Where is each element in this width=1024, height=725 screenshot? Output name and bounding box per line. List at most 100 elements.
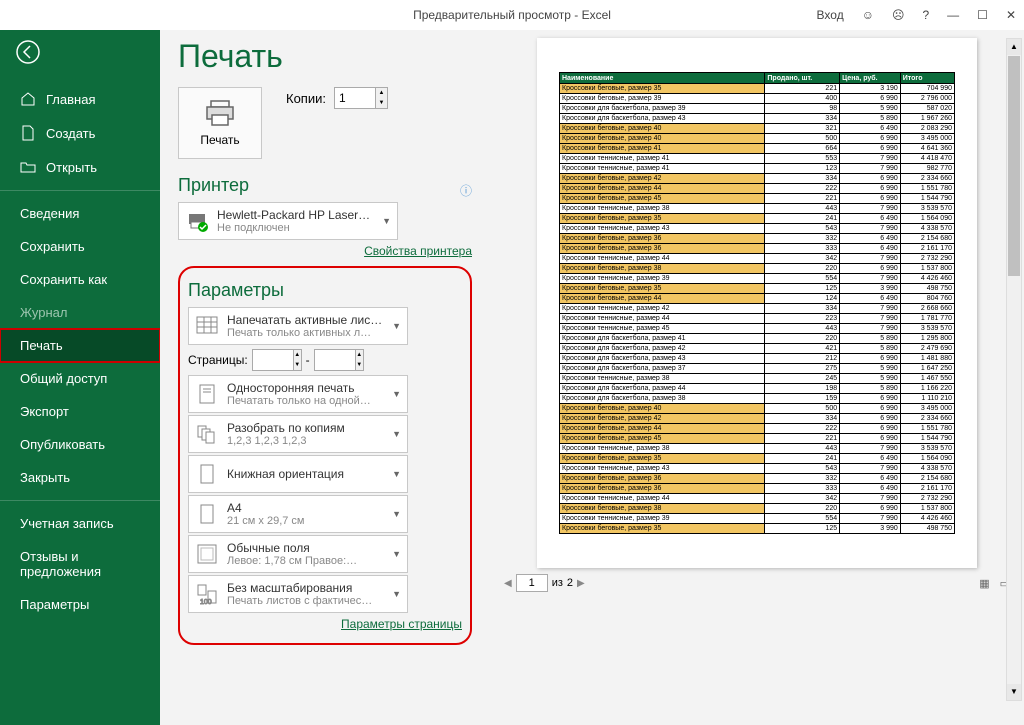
table-row: Кроссовки беговые, размер 363326 4902 15… (560, 234, 955, 244)
nav-new[interactable]: Создать (0, 116, 160, 150)
copies-label: Копии: (286, 91, 326, 106)
signin-link[interactable]: Вход (817, 8, 844, 22)
nav-home[interactable]: Главная (0, 82, 160, 116)
nav-close[interactable]: Закрыть (0, 461, 160, 494)
nav-print[interactable]: Печать (0, 329, 160, 362)
pages-from-spinner[interactable]: ▲▼ (252, 349, 302, 371)
printer-dropdown[interactable]: Hewlett-Packard HP LaserJe… Не подключен… (178, 202, 398, 240)
printer-heading: Принтер (178, 175, 472, 196)
maximize-button[interactable]: ☐ (977, 8, 988, 22)
orientation-dropdown[interactable]: Книжная ориентация ▼ (188, 455, 408, 493)
show-margins-button[interactable]: ▦ (979, 577, 989, 590)
table-row: Кроссовки для баскетбола, размер 39985 9… (560, 104, 955, 114)
print-button[interactable]: Печать (178, 87, 262, 159)
copies-spinner[interactable]: ▲▼ (334, 87, 388, 109)
scroll-thumb[interactable] (1008, 56, 1020, 276)
nav-publish[interactable]: Опубликовать (0, 428, 160, 461)
table-row: Кроссовки для баскетбола, размер 372755 … (560, 364, 955, 374)
vertical-scrollbar[interactable]: ▲ ▼ (1006, 38, 1022, 701)
scroll-up-icon[interactable]: ▲ (1007, 39, 1021, 55)
table-row: Кроссовки теннисные, размер 443427 9902 … (560, 254, 955, 264)
table-row: Кроссовки для баскетбола, размер 433345 … (560, 114, 955, 124)
nav-feedback[interactable]: Отзывы и предложения (0, 540, 160, 588)
page-setup-link[interactable]: Параметры страницы (188, 617, 462, 631)
printer-status: Не подключен (217, 222, 374, 234)
table-row: Кроссовки теннисные, размер 435437 9904 … (560, 224, 955, 234)
nav-saveas[interactable]: Сохранить как (0, 263, 160, 296)
spin-up-icon[interactable]: ▲ (376, 88, 387, 98)
margins-dropdown[interactable]: Обычные поляЛевое: 1,78 см Правое:… ▼ (188, 535, 408, 573)
table-row: Кроссовки для баскетбола, размер 432126 … (560, 354, 955, 364)
parameters-highlight: Параметры Напечатать активные листы Печа… (178, 266, 472, 645)
prev-page-button[interactable]: ◀ (504, 578, 512, 589)
nav-info[interactable]: Сведения (0, 197, 160, 230)
table-row: Кроссовки беговые, размер 405006 9903 49… (560, 404, 955, 414)
print-preview: НаименованиеПродано, шт.Цена, руб.Итого … (490, 30, 1024, 725)
minimize-button[interactable]: — (947, 8, 959, 22)
table-row: Кроссовки теннисные, размер 423347 9902 … (560, 304, 955, 314)
table-row: Кроссовки беговые, размер 442226 9901 55… (560, 424, 955, 434)
scaling-icon: 100 (195, 582, 219, 606)
table-row: Кроссовки беговые, размер 363336 4902 16… (560, 484, 955, 494)
table-row: Кроссовки беговые, размер 416646 9904 64… (560, 144, 955, 154)
close-button[interactable]: ✕ (1006, 8, 1016, 22)
table-row: Кроссовки теннисные, размер 382455 9901 … (560, 374, 955, 384)
table-header: Продано, шт. (765, 73, 840, 84)
nav-open[interactable]: Открыть (0, 150, 160, 184)
preview-table: НаименованиеПродано, шт.Цена, руб.Итого … (559, 72, 955, 534)
page-title: Печать (178, 38, 472, 75)
window-title: Предварительный просмотр - Excel (413, 8, 611, 22)
table-row: Кроссовки беговые, размер 352416 4901 56… (560, 214, 955, 224)
table-row: Кроссовки беговые, размер 442226 9901 55… (560, 184, 955, 194)
table-row: Кроссовки для баскетбола, размер 424215 … (560, 344, 955, 354)
face-sad-icon[interactable]: ☹ (892, 8, 905, 22)
table-row: Кроссовки беговые, размер 352416 4901 56… (560, 454, 955, 464)
table-row: Кроссовки теннисные, размер 395547 9904 … (560, 274, 955, 284)
table-row: Кроссовки беговые, размер 382206 9901 53… (560, 504, 955, 514)
table-row: Кроссовки беговые, размер 394006 9902 79… (560, 94, 955, 104)
pages-label: Страницы: (188, 353, 248, 367)
sides-dropdown[interactable]: Односторонняя печатьПечатать только на о… (188, 375, 408, 413)
table-row: Кроссовки теннисные, размер 415537 9904 … (560, 154, 955, 164)
scroll-down-icon[interactable]: ▼ (1007, 684, 1021, 700)
chevron-down-icon: ▼ (392, 389, 401, 399)
table-row: Кроссовки для баскетбола, размер 381596 … (560, 394, 955, 404)
paper-icon (195, 502, 219, 526)
paper-dropdown[interactable]: A421 см x 29,7 см ▼ (188, 495, 408, 533)
chevron-down-icon: ▼ (392, 549, 401, 559)
collate-dropdown[interactable]: Разобрать по копиям1,2,3 1,2,3 1,2,3 ▼ (188, 415, 408, 453)
scaling-dropdown[interactable]: 100 Без масштабированияПечать листов с ф… (188, 575, 408, 613)
copies-input[interactable] (335, 88, 375, 108)
portrait-icon (195, 462, 219, 486)
pages-to-spinner[interactable]: ▲▼ (314, 349, 364, 371)
print-what-dropdown[interactable]: Напечатать активные листы Печать только … (188, 307, 408, 345)
printer-properties-link[interactable]: Свойства принтера (178, 244, 472, 258)
nav-share[interactable]: Общий доступ (0, 362, 160, 395)
nav-save[interactable]: Сохранить (0, 230, 160, 263)
help-icon[interactable]: ? (922, 8, 929, 22)
print-settings-panel: Печать Печать Копии: ▲▼ Принтер ⓘ (160, 30, 490, 725)
table-row: Кроссовки теннисные, размер 454437 9903 … (560, 324, 955, 334)
page-of-label: из (552, 577, 563, 589)
sheets-icon (195, 314, 219, 338)
printer-icon (204, 99, 236, 127)
table-header: Итого (900, 73, 954, 84)
new-icon (20, 125, 36, 141)
table-header: Цена, руб. (840, 73, 901, 84)
info-icon[interactable]: ⓘ (460, 182, 472, 199)
svg-text:100: 100 (200, 599, 212, 606)
table-row: Кроссовки беговые, размер 351253 990498 … (560, 524, 955, 534)
table-row: Кроссовки беговые, размер 452216 9901 54… (560, 434, 955, 444)
nav-account[interactable]: Учетная запись (0, 507, 160, 540)
backstage-sidebar: Главная Создать Открыть Сведения Сохрани… (0, 30, 160, 725)
table-row: Кроссовки беговые, размер 363326 4902 15… (560, 474, 955, 484)
next-page-button[interactable]: ▶ (577, 578, 585, 589)
page-current-input[interactable] (516, 574, 548, 592)
spin-down-icon[interactable]: ▼ (376, 98, 387, 108)
table-row: Кроссовки беговые, размер 403216 4902 08… (560, 124, 955, 134)
face-smile-icon[interactable]: ☺ (862, 8, 874, 22)
nav-options[interactable]: Параметры (0, 588, 160, 621)
table-row: Кроссовки беговые, размер 352213 190704 … (560, 84, 955, 94)
back-button[interactable] (0, 34, 160, 82)
nav-export[interactable]: Экспорт (0, 395, 160, 428)
